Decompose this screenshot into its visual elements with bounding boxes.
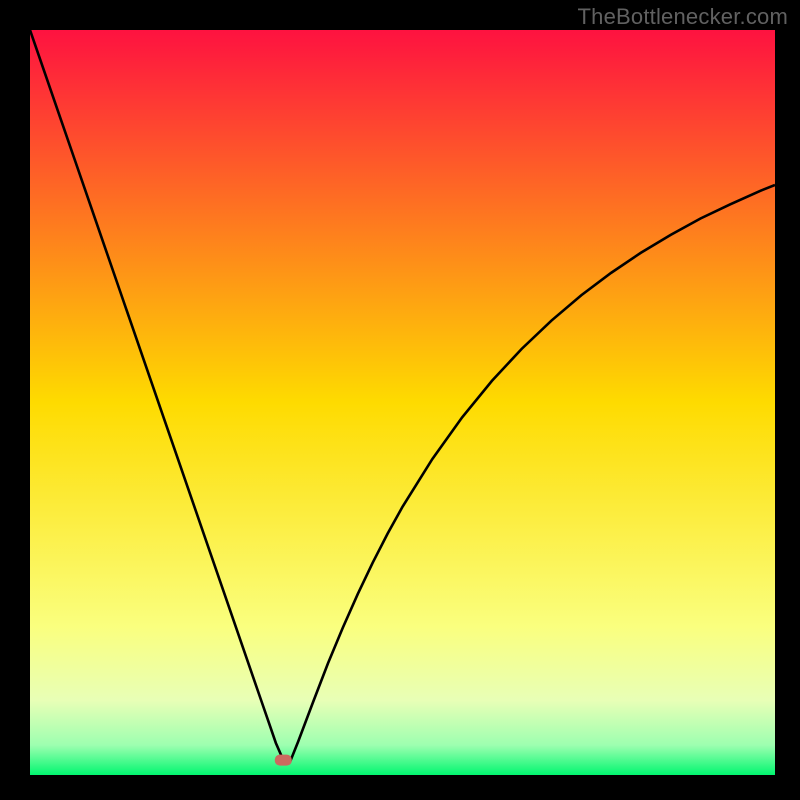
watermark-text: TheBottlenecker.com: [578, 4, 788, 30]
chart-svg: [30, 30, 775, 775]
plot-frame: [30, 30, 775, 775]
gradient-background: [30, 30, 775, 775]
minimum-marker: [275, 755, 292, 766]
